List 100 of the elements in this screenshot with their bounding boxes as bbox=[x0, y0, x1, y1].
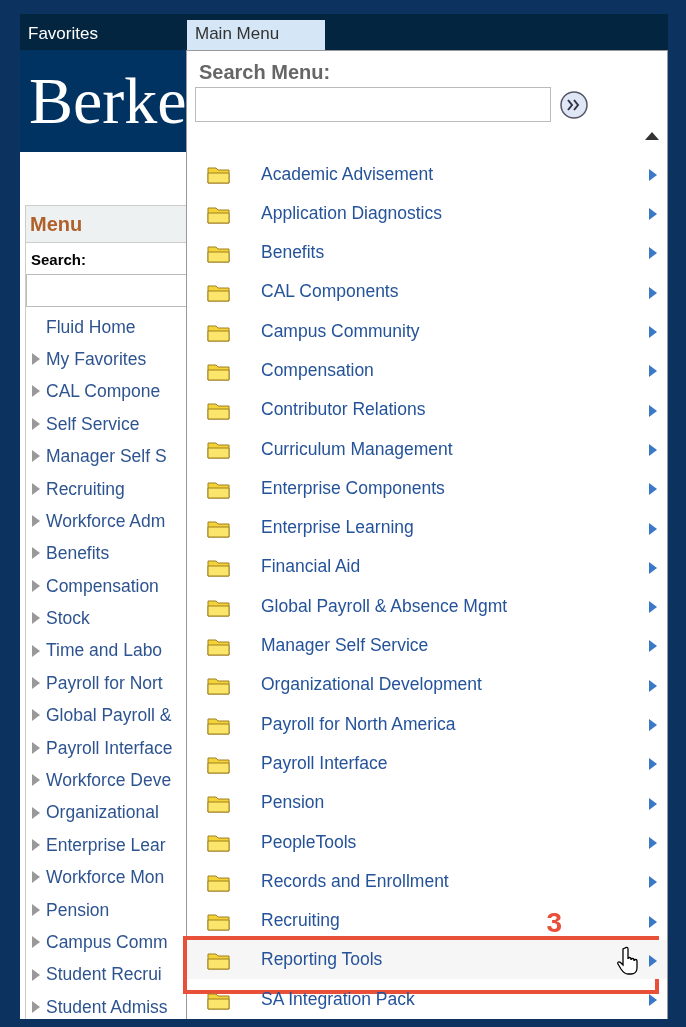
expand-arrow-icon[interactable] bbox=[32, 644, 40, 657]
submenu-arrow-icon bbox=[649, 601, 657, 614]
menu-item[interactable]: Academic Advisement bbox=[261, 160, 434, 187]
expand-arrow-icon[interactable] bbox=[32, 450, 40, 463]
expand-arrow-icon[interactable] bbox=[32, 353, 40, 366]
menu-link[interactable]: Campus Comm bbox=[46, 929, 168, 956]
submenu-arrow-icon bbox=[649, 876, 657, 889]
menu-link[interactable]: Workforce Adm bbox=[46, 507, 166, 535]
expand-arrow-icon[interactable] bbox=[32, 774, 40, 787]
submenu-arrow-icon bbox=[649, 719, 657, 732]
expand-arrow-icon[interactable] bbox=[32, 417, 40, 430]
search-label: Search: bbox=[30, 250, 88, 270]
folder-icon bbox=[207, 676, 231, 696]
menu-link[interactable]: Workforce Mon bbox=[46, 864, 165, 891]
scroll-up-icon[interactable] bbox=[645, 132, 659, 140]
menu-item[interactable]: Curriculum Management bbox=[261, 435, 453, 462]
expand-arrow-icon[interactable] bbox=[32, 385, 40, 398]
expand-arrow-icon[interactable] bbox=[32, 482, 40, 495]
menu-link[interactable]: Organizational bbox=[46, 799, 159, 826]
menu-item[interactable]: Financial Aid bbox=[261, 553, 361, 580]
menu-item[interactable]: Benefits bbox=[261, 239, 325, 266]
menu-link[interactable]: Student Admiss bbox=[46, 993, 168, 1019]
menu-link[interactable]: Fluid Home bbox=[46, 313, 136, 340]
search-menu-label: Search Menu: bbox=[198, 60, 332, 85]
folder-icon bbox=[207, 754, 231, 774]
menu-item[interactable]: Payroll Interface bbox=[261, 749, 388, 777]
folder-icon bbox=[207, 912, 231, 932]
expand-arrow-icon[interactable] bbox=[32, 515, 40, 528]
folder-icon bbox=[207, 519, 231, 539]
submenu-arrow-icon bbox=[649, 326, 657, 339]
menu-link[interactable]: Compensation bbox=[46, 572, 159, 599]
menu-link[interactable]: Enterprise Lear bbox=[46, 831, 166, 859]
menu-item[interactable]: Contributor Relations bbox=[261, 396, 426, 423]
expand-arrow-icon[interactable] bbox=[32, 741, 40, 754]
expand-arrow-icon[interactable] bbox=[32, 1000, 40, 1013]
expand-arrow-icon[interactable] bbox=[32, 547, 40, 560]
folder-icon bbox=[207, 165, 231, 185]
folder-icon bbox=[207, 361, 231, 381]
menu-item[interactable]: Campus Community bbox=[261, 317, 420, 344]
menu-item[interactable]: Records and Enrollment bbox=[261, 867, 449, 895]
expand-arrow-icon[interactable] bbox=[32, 579, 40, 592]
submenu-arrow-icon bbox=[649, 168, 657, 181]
menu-item[interactable]: Pension bbox=[261, 789, 325, 816]
folder-icon bbox=[207, 636, 231, 656]
submenu-arrow-icon bbox=[649, 404, 657, 417]
submenu-arrow-icon bbox=[649, 994, 657, 1007]
expand-arrow-icon[interactable] bbox=[32, 612, 40, 625]
menu-item[interactable]: CAL Components bbox=[261, 278, 399, 305]
submenu-arrow-icon bbox=[649, 483, 657, 496]
expand-arrow-icon[interactable] bbox=[32, 903, 40, 916]
menu-link[interactable]: Self Service bbox=[46, 410, 140, 437]
logo-text: Berke bbox=[28, 68, 187, 134]
folder-icon bbox=[207, 558, 231, 578]
menu-link[interactable]: Stock bbox=[46, 605, 90, 632]
submenu-arrow-icon bbox=[649, 247, 657, 260]
menu-item[interactable]: Recruiting bbox=[261, 907, 340, 934]
search-go-icon[interactable] bbox=[559, 89, 589, 120]
menu-link[interactable]: Benefits bbox=[46, 540, 110, 567]
menu-item[interactable]: Enterprise Components bbox=[261, 474, 445, 502]
folder-icon bbox=[207, 283, 231, 303]
menu-item[interactable]: Manager Self Service bbox=[261, 632, 429, 659]
menu-item[interactable]: Compensation bbox=[261, 357, 374, 384]
menu-link[interactable]: Student Recrui bbox=[46, 961, 162, 988]
menu-link[interactable]: Payroll Interface bbox=[46, 734, 173, 761]
expand-arrow-icon[interactable] bbox=[32, 838, 40, 851]
menu-link[interactable]: Global Payroll & bbox=[46, 702, 172, 729]
search-field[interactable] bbox=[26, 273, 186, 307]
nav-tab[interactable]: Main Menu bbox=[187, 19, 325, 50]
menu-item[interactable]: Payroll for North America bbox=[261, 710, 456, 737]
expand-arrow-icon[interactable] bbox=[32, 677, 40, 689]
menu-item[interactable]: Organizational Development bbox=[261, 671, 482, 698]
expand-arrow-icon[interactable] bbox=[32, 968, 40, 981]
expand-arrow-icon[interactable] bbox=[32, 936, 40, 949]
submenu-arrow-icon bbox=[649, 208, 657, 221]
folder-icon bbox=[207, 204, 231, 224]
menu-item[interactable]: Enterprise Learning bbox=[261, 514, 414, 541]
menu-link[interactable]: Recruiting bbox=[46, 475, 125, 502]
menu-item[interactable]: Application Diagnostics bbox=[261, 199, 442, 227]
expand-arrow-icon[interactable] bbox=[32, 709, 40, 722]
menu-link[interactable]: My Favorites bbox=[46, 345, 147, 373]
menu-link[interactable]: Payroll for Nort bbox=[46, 669, 163, 697]
menu-link[interactable]: Pension bbox=[46, 896, 110, 923]
folder-icon bbox=[207, 990, 231, 1010]
expand-arrow-icon[interactable] bbox=[32, 806, 40, 819]
submenu-arrow-icon bbox=[649, 443, 657, 456]
menu-item[interactable]: PeopleTools bbox=[261, 828, 357, 855]
menu-link[interactable]: Manager Self S bbox=[46, 443, 167, 470]
expand-arrow-icon[interactable] bbox=[32, 871, 40, 884]
nav-tab[interactable]: Favorites bbox=[20, 19, 106, 50]
submenu-arrow-icon bbox=[649, 286, 657, 299]
highlighted-menu-row[interactable]: Reporting Tools bbox=[187, 939, 667, 980]
submenu-arrow-icon bbox=[649, 758, 657, 771]
menu-link[interactable]: Workforce Deve bbox=[46, 767, 172, 794]
menu-item[interactable]: Global Payroll & Absence Mgmt bbox=[261, 592, 508, 620]
menu-item[interactable]: SA Integration Pack bbox=[261, 985, 415, 1012]
folder-icon bbox=[207, 401, 231, 421]
menu-link[interactable]: Time and Labo bbox=[46, 637, 163, 664]
folder-icon bbox=[207, 597, 231, 617]
search-menu-field[interactable] bbox=[195, 87, 551, 122]
menu-link[interactable]: CAL Compone bbox=[46, 378, 161, 405]
